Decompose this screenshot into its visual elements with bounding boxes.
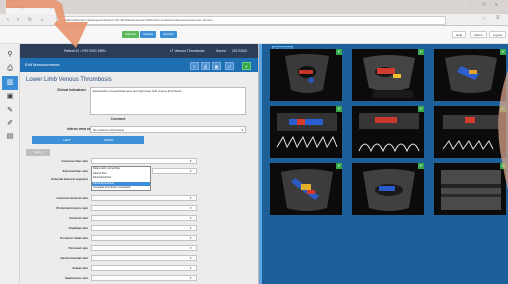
clinical-indications-field[interactable]: Examination of superficial veins and rig… [90,87,246,115]
print-report-icon[interactable]: ⎙ [201,62,210,70]
dropdown-option-highlighted[interactable]: Partial thrombosis [93,182,114,185]
ultrasound-thumbnail[interactable] [352,49,424,101]
patients-button-label: Patients [125,32,136,36]
dropdown-option[interactable]: Patent with normal flow [93,167,120,170]
chevron-down-icon: ▾ [190,225,192,230]
admin-button[interactable]: Admin [470,31,487,38]
pointer-arrow-icon [6,0,106,60]
help-button-label: Help [456,33,463,37]
edit-icon[interactable]: ✐ [5,119,15,129]
logout-button[interactable]: Logout [489,31,507,38]
chevron-down-icon: ▾ [190,255,192,260]
vein-row-select[interactable] [91,215,197,221]
studies-button[interactable]: Studies [140,31,157,38]
vein-row-label: Common iliac vein [61,159,88,163]
save-check-icon[interactable]: ✔ [242,62,251,70]
dropdown-option[interactable]: Diminished flow [93,176,111,179]
vein-row-label: Posterior tibial vein [60,236,88,240]
chart-icon[interactable]: ▥ [5,78,15,88]
chevron-down-icon: ▾ [190,265,192,270]
measurements-bar: Edit Measurements [20,58,258,72]
vein-row-select[interactable] [91,235,197,241]
form-title: Lower Limb Venous Thrombosis [26,77,112,83]
patients-button[interactable]: Patients [122,31,139,38]
vein-row-label: Gastrocnemial vein [60,256,88,260]
chevron-down-icon: ▾ [190,215,192,220]
inferior-vena-cava-select[interactable]: No evidence of thrombus ▾ [90,126,246,133]
vein-row-label: Saphenous vein [64,276,88,280]
chevron-down-icon: ▾ [190,158,192,163]
right-leg-button[interactable]: RIGHT [74,136,144,144]
studies-button-label: Studies [143,32,154,36]
dropdown-option[interactable]: Absent flow [93,172,106,175]
study-name: LT Venous Thrombosis [170,49,205,53]
ultrasound-thumbnail[interactable] [352,106,424,158]
chevron-down-icon: ▾ [190,205,192,210]
check-icon[interactable]: ✔ [418,106,424,112]
check-icon[interactable]: ✔ [336,163,342,169]
vein-row-label: Common femoral vein [56,196,88,200]
check-icon[interactable]: ✔ [418,163,424,169]
vein-row-select[interactable] [91,225,197,231]
vein-row-label: Peroneal vein [68,246,88,250]
right-leg-label: RIGHT [104,138,114,142]
check-icon[interactable]: ✔ [336,49,342,55]
ultrasound-thumbnail[interactable] [270,163,342,215]
document-icon[interactable]: ▤ [5,132,15,142]
check-icon[interactable]: ✔ [418,49,424,55]
veins-tab[interactable]: Veins [26,149,50,156]
left-leg-label: LEFT [63,138,71,142]
chevron-down-icon: ▾ [190,195,192,200]
url-field[interactable]: localhost/Sonarc/mainpagewindow/10.170.4… [56,15,446,25]
hand-overlay [490,70,508,190]
vein-row-select[interactable] [91,158,197,164]
inferior-vena-cava-value: No evidence of thrombus [93,128,125,132]
browser-menu-icon[interactable]: ≡ [496,15,500,21]
vein-row-select[interactable] [91,265,197,271]
ultrasound-thumbnail[interactable] [352,163,424,215]
vein-row-select[interactable] [91,195,197,201]
chevron-down-icon: ▾ [190,168,192,173]
chevron-down-icon: ▾ [241,128,243,132]
chevron-down-icon: ▾ [190,275,192,280]
vein-row-label: Popliteal vein [68,226,88,230]
exam-date: 20170302 [232,49,248,53]
vein-row-label: Profunda femoris vein [56,206,88,210]
check-icon[interactable]: ✔ [500,49,506,55]
check-icon[interactable]: ✔ [336,106,342,112]
bookmark-star-icon[interactable]: ☆ [482,16,486,22]
vein-row-select[interactable] [91,255,197,261]
edit-measurements-label: Edit Measurements [25,62,60,67]
worklist-button-label: Worklist [163,32,174,36]
image-icon[interactable]: ▣ [5,92,15,102]
clinical-indications-label: Clinical Indications [56,88,86,92]
status-label: Saved [216,49,226,53]
vein-row-label: External femoral segment [51,177,88,181]
inferior-vena-cava-label: Inferior vena cava [66,127,94,131]
grid-icon[interactable]: ▦ [212,62,221,70]
vein-row-label: External iliac vein [62,169,88,173]
ultrasound-thumbnail[interactable] [270,49,342,101]
vein-row-select[interactable] [91,205,197,211]
vein-row-select[interactable] [91,275,197,281]
comment-label: Comment [110,117,126,121]
list-icon[interactable]: ≡ [190,62,199,70]
admin-button-label: Admin [474,33,483,37]
worklist-button[interactable]: Worklist [160,31,177,38]
logout-button-label: Logout [493,33,503,37]
vein-row-label: Soleal vein [72,266,88,270]
vein-row-select[interactable] [91,245,197,251]
pen-icon[interactable]: ✎ [5,106,15,116]
help-button[interactable]: Help [452,31,467,38]
chevron-down-icon: ▾ [190,235,192,240]
expand-icon[interactable]: ⤢ [225,62,234,70]
print-icon[interactable]: ⎙ [5,64,15,74]
ultrasound-thumbnail[interactable] [270,106,342,158]
chevron-down-icon: ▾ [190,245,192,250]
veins-tab-label: Veins [34,150,42,154]
vein-row-label: Femoral vein [69,216,88,220]
dropdown-option[interactable]: Complete thrombosis (occluded) [93,186,130,189]
window-controls[interactable]: – ❐ ✕ [471,2,502,7]
